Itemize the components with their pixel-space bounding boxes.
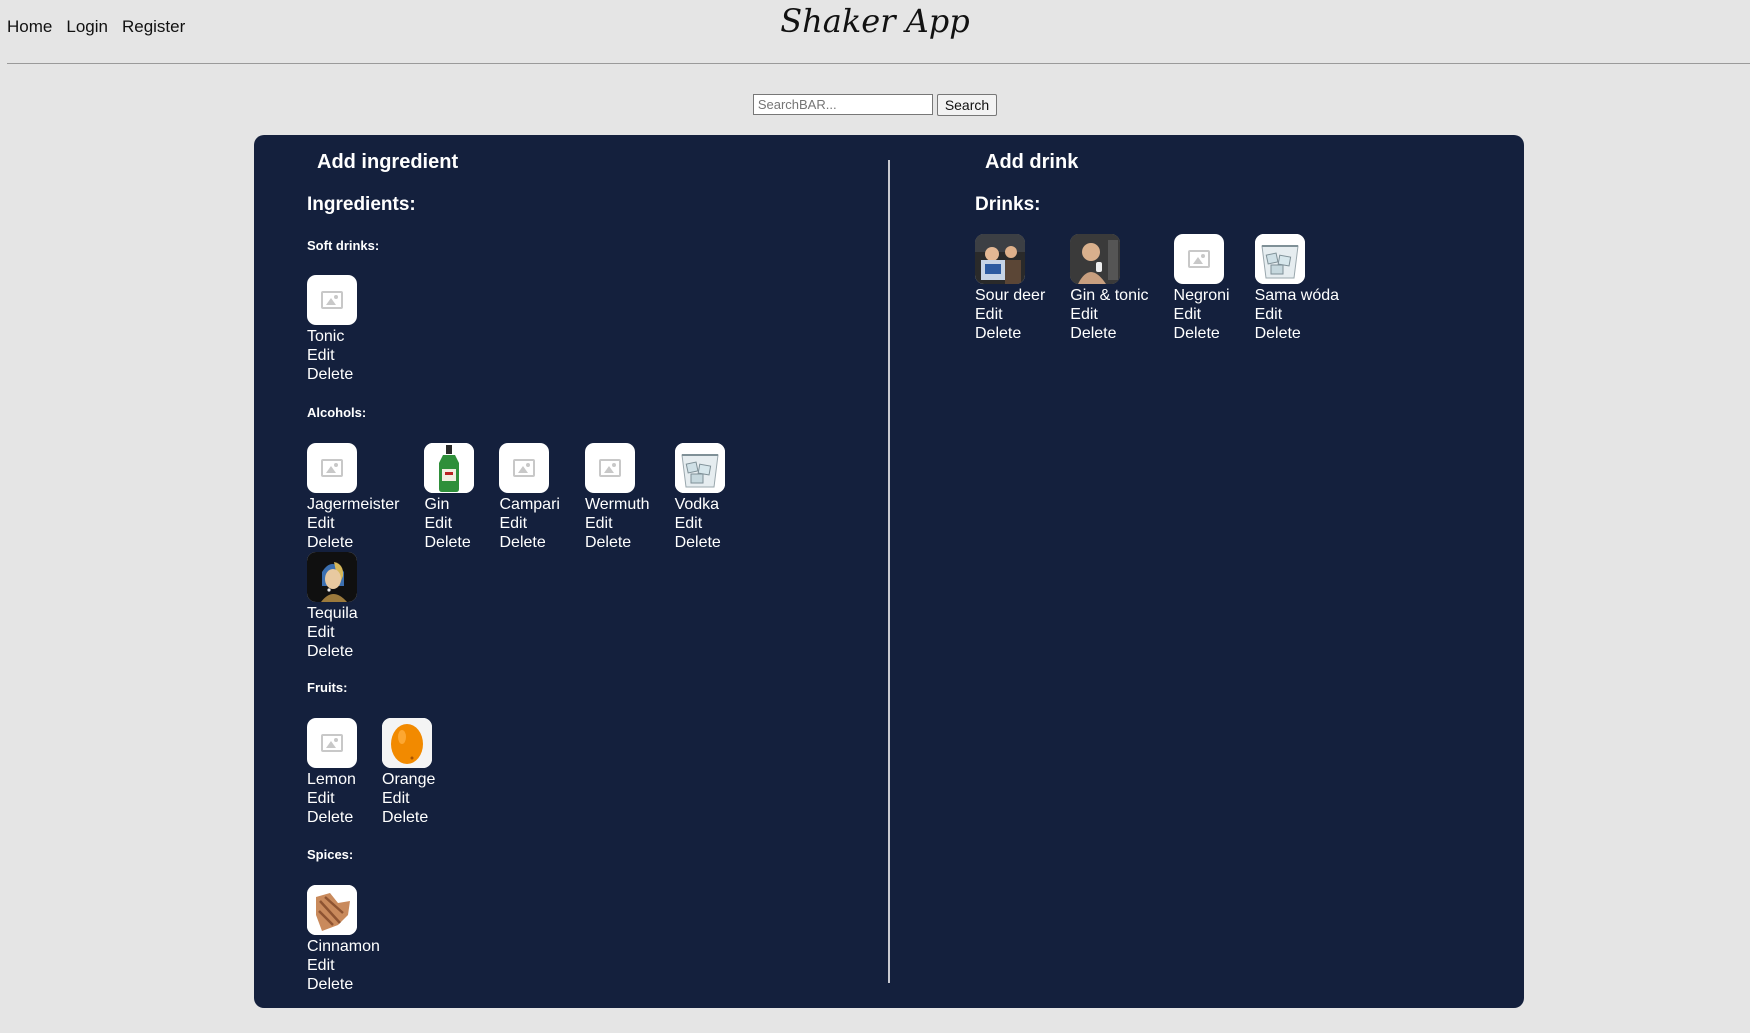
item-name: Sour deer (975, 287, 1046, 304)
item-image-placeholder (307, 718, 357, 768)
item-image (1254, 234, 1305, 284)
item-card: Jagermeister Edit Delete (307, 443, 399, 552)
delete-link[interactable]: Delete (424, 533, 474, 552)
item-image (307, 552, 357, 602)
item-name: Gin (424, 496, 450, 513)
item-image-placeholder (584, 443, 635, 493)
item-card: Lemon Edit Delete (307, 718, 357, 827)
item-name: Orange (382, 771, 436, 788)
edit-link[interactable]: Edit (585, 514, 650, 533)
item-name: Negroni (1173, 287, 1230, 304)
item-image (1070, 234, 1121, 284)
item-image (424, 443, 475, 493)
edit-link[interactable]: Edit (307, 789, 357, 808)
delete-link[interactable]: Delete (1174, 324, 1230, 343)
edit-link[interactable]: Edit (1255, 305, 1340, 324)
edit-link[interactable]: Edit (499, 514, 559, 533)
item-card: Campari Edit Delete (499, 443, 560, 552)
item-name: Tequila (307, 605, 358, 622)
drinks-heading: Drinks: (975, 194, 1041, 215)
delete-link[interactable]: Delete (1255, 324, 1340, 343)
item-card: Tonic Edit Delete (307, 275, 357, 384)
item-name: Campari (499, 496, 560, 513)
delete-link[interactable]: Delete (307, 365, 357, 384)
add-ingredient-link[interactable]: Add ingredient (317, 151, 458, 174)
delete-link[interactable]: Delete (499, 533, 559, 552)
image-placeholder-icon (321, 459, 343, 477)
image-placeholder-icon (598, 459, 621, 477)
search-bar: Search (0, 94, 1750, 116)
item-name: Tonic (307, 328, 345, 345)
item-name: Jagermeister (307, 496, 400, 513)
edit-link[interactable]: Edit (307, 623, 358, 642)
delete-link[interactable]: Delete (975, 324, 1045, 343)
delete-link[interactable]: Delete (307, 975, 380, 994)
ingredients-heading: Ingredients: (307, 194, 416, 215)
edit-link[interactable]: Edit (1070, 305, 1148, 324)
ingredient-grid-soft-drinks: Tonic Edit Delete (307, 275, 767, 384)
header-divider (7, 63, 1750, 64)
item-name: Vodka (674, 496, 720, 513)
item-name: Lemon (307, 771, 356, 788)
drink-grid: Sour deer Edit Delete Gin & tonic Edit Delete… (975, 234, 1435, 343)
delete-link[interactable]: Delete (307, 533, 399, 552)
delete-link[interactable]: Delete (307, 642, 358, 661)
main-panel: Add ingredient Ingredients: Soft drinks:… (254, 135, 1524, 1008)
item-card: Cinnamon Edit Delete (307, 885, 380, 994)
item-name: Cinnamon (307, 938, 380, 955)
item-name: Gin & tonic (1070, 287, 1149, 304)
item-card: Gin & tonic Edit Delete (1070, 234, 1149, 343)
item-image-placeholder (499, 443, 550, 493)
add-drink-link[interactable]: Add drink (985, 151, 1078, 174)
edit-link[interactable]: Edit (1174, 305, 1230, 324)
delete-link[interactable]: Delete (382, 808, 435, 827)
item-card: Negroni Edit Delete (1173, 234, 1230, 343)
category-label-spices: Spices: (307, 847, 354, 862)
ingredient-grid-fruits: Lemon Edit Delete Orange Edit Delete (307, 718, 767, 827)
category-label-soft-drinks: Soft drinks: (307, 238, 380, 253)
item-card: Sama wóda Edit Delete (1254, 234, 1340, 343)
item-card: Orange Edit Delete (382, 718, 435, 827)
item-card: Tequila Edit Delete (307, 552, 358, 661)
edit-link[interactable]: Edit (675, 514, 725, 533)
delete-link[interactable]: Delete (1070, 324, 1148, 343)
edit-link[interactable]: Edit (307, 514, 399, 533)
edit-link[interactable]: Edit (382, 789, 435, 808)
item-image (674, 443, 725, 493)
category-label-alcohols: Alcohols: (307, 405, 367, 420)
item-image-placeholder (307, 275, 357, 325)
image-placeholder-icon (321, 291, 343, 309)
app-title: Shaker App (780, 2, 970, 40)
delete-link[interactable]: Delete (307, 808, 357, 827)
image-placeholder-icon (321, 734, 343, 752)
delete-link[interactable]: Delete (585, 533, 650, 552)
item-card: Sour deer Edit Delete (975, 234, 1045, 343)
search-input[interactable] (752, 94, 933, 115)
delete-link[interactable]: Delete (675, 533, 725, 552)
item-image (975, 234, 1025, 284)
item-card: Gin Edit Delete (424, 443, 475, 552)
image-placeholder-icon (513, 459, 536, 477)
item-name: Wermuth (584, 496, 650, 513)
column-divider (888, 160, 890, 983)
item-card: Wermuth Edit Delete (584, 443, 650, 552)
edit-link[interactable]: Edit (307, 346, 357, 365)
edit-link[interactable]: Edit (307, 956, 380, 975)
image-placeholder-icon (1187, 250, 1210, 268)
edit-link[interactable]: Edit (424, 514, 474, 533)
item-card: Vodka Edit Delete (674, 443, 725, 552)
edit-link[interactable]: Edit (975, 305, 1045, 324)
category-label-fruits: Fruits: (307, 680, 348, 695)
item-image-placeholder (307, 443, 357, 493)
item-image (307, 885, 357, 935)
search-button[interactable]: Search (936, 94, 998, 116)
item-image (382, 718, 432, 768)
item-image-placeholder (1173, 234, 1224, 284)
item-name: Sama wóda (1254, 287, 1340, 304)
ingredient-grid-spices: Cinnamon Edit Delete (307, 885, 767, 994)
ingredient-grid-alcohols: Jagermeister Edit Delete Gin Edit Delete Campa… (307, 443, 767, 661)
